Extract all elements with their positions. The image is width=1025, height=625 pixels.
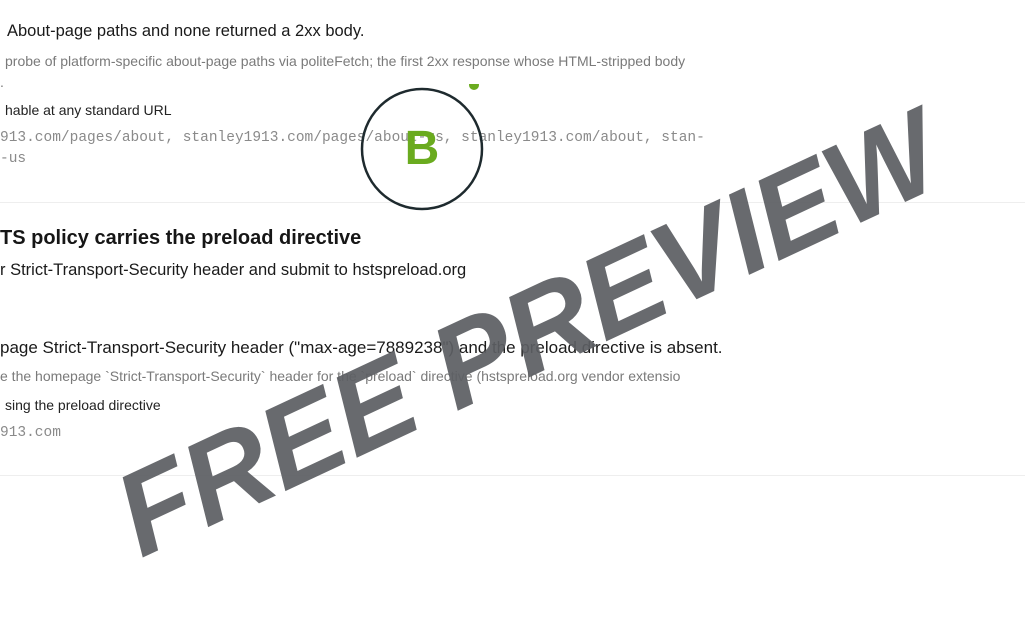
finding-evidence-label: sing the preload directive (5, 397, 161, 413)
finding-target-domain: 913.com (0, 425, 61, 441)
probed-paths-line: -us (0, 151, 27, 167)
finding-probed-paths: 913.com/pages/about, stanley1913.com/pag… (0, 128, 1025, 170)
grade-indicator-dot (469, 80, 479, 90)
finding-observation: About-page paths and none returned a 2xx… (7, 22, 365, 40)
finding-about-page: About-page paths and none returned a 2xx… (0, 0, 1025, 200)
finding-method: e the homepage `Strict-Transport-Securit… (0, 368, 681, 384)
finding-evidence-label: hable at any standard URL (5, 102, 172, 118)
probed-paths-line: 913.com/pages/about, stanley1913.com/pag… (0, 130, 705, 146)
finding-observation: page Strict-Transport-Security header ("… (0, 338, 723, 357)
finding-title: TS policy carries the preload directive (0, 227, 362, 249)
finding-hsts-preload: TS policy carries the preload directive … (0, 200, 1025, 480)
finding-recommendation: r Strict-Transport-Security header and s… (0, 261, 467, 279)
finding-method-tail: . (0, 74, 4, 90)
grade-ring-icon: B (360, 80, 484, 211)
section-divider (0, 475, 1025, 476)
grade-letter: B (405, 122, 440, 175)
grade-badge: B (357, 80, 487, 214)
finding-method: probe of platform-specific about-page pa… (5, 53, 686, 69)
